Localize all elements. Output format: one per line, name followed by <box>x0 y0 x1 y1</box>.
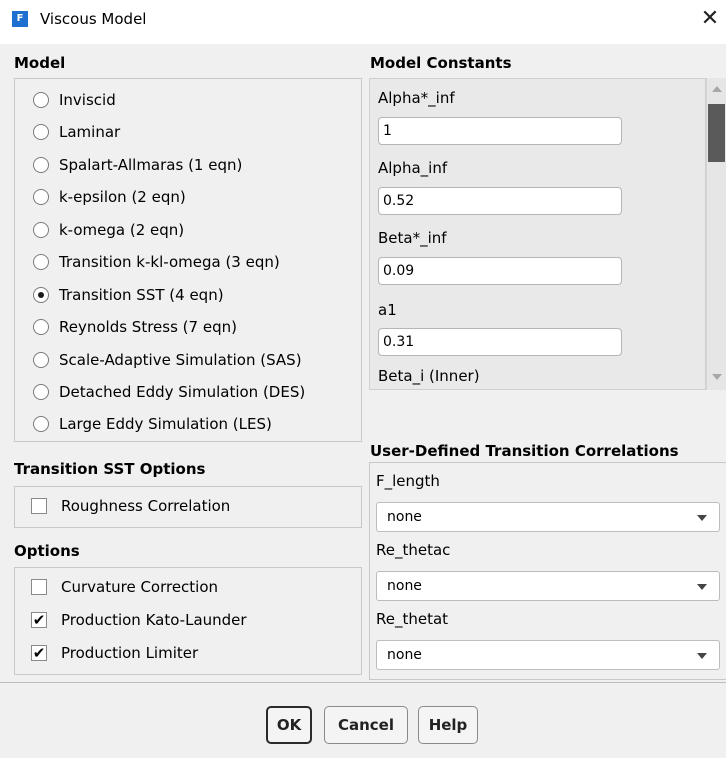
udtc-title: User-Defined Transition Correlations <box>370 442 679 460</box>
model-section-title: Model <box>14 54 66 72</box>
radio-button[interactable] <box>33 124 49 140</box>
window-title: Viscous Model <box>40 10 147 28</box>
radio-label: Transition k-kl-omega (3 eqn) <box>59 253 280 271</box>
f-length-label: F_length <box>376 472 440 490</box>
model-group: Inviscid Laminar Spalart-Allmaras (1 eqn… <box>14 78 362 442</box>
options-section-title: Options <box>14 542 80 560</box>
radio-button[interactable] <box>33 222 49 238</box>
transition-sst-options-group: Roughness Correlation <box>14 486 362 528</box>
dropdown-value: none <box>387 578 422 594</box>
model-constants-title: Model Constants <box>370 54 512 72</box>
radio-label: Inviscid <box>59 91 116 109</box>
radio-label: Scale-Adaptive Simulation (SAS) <box>59 351 302 369</box>
radio-label: Detached Eddy Simulation (DES) <box>59 383 306 401</box>
check-icon[interactable]: ✔ <box>31 612 47 628</box>
close-icon[interactable]: ✕ <box>698 6 722 32</box>
radio-button[interactable] <box>33 319 49 335</box>
scroll-down-icon[interactable] <box>712 374 722 380</box>
footer-separator <box>0 682 726 683</box>
re-thetat-label: Re_thetat <box>376 610 449 628</box>
dropdown-value: none <box>387 647 422 663</box>
checkbox-label: Production Kato-Launder <box>61 611 247 629</box>
roughness-correlation-checkbox[interactable]: Roughness Correlation <box>31 495 230 517</box>
options-group: Curvature Correction ✔ Production Kato-L… <box>14 567 362 675</box>
radio-sas[interactable]: Scale-Adaptive Simulation (SAS) <box>33 349 302 371</box>
radio-des[interactable]: Detached Eddy Simulation (DES) <box>33 381 305 403</box>
alpha-inf-input[interactable] <box>378 187 622 215</box>
alpha-star-inf-label: Alpha*_inf <box>378 89 455 107</box>
beta-i-inner-label: Beta_i (Inner) <box>378 367 480 385</box>
production-kato-launder-checkbox[interactable]: ✔ Production Kato-Launder <box>31 609 247 631</box>
beta-star-inf-input[interactable] <box>378 257 622 285</box>
title-bar: F Viscous Model ✕ <box>0 0 726 44</box>
radio-button[interactable] <box>33 384 49 400</box>
f-length-dropdown[interactable]: none <box>376 502 720 532</box>
chevron-down-icon[interactable] <box>697 653 707 659</box>
transition-sst-options-title: Transition SST Options <box>14 460 206 478</box>
curvature-correction-checkbox[interactable]: Curvature Correction <box>31 576 218 598</box>
alpha-inf-label: Alpha_inf <box>378 159 448 177</box>
chevron-down-icon[interactable] <box>697 584 707 590</box>
app-logo-icon: F <box>12 11 28 27</box>
ok-button[interactable]: OK <box>266 706 312 744</box>
help-button[interactable]: Help <box>418 706 478 744</box>
radio-button[interactable] <box>33 352 49 368</box>
radio-spalart-allmaras[interactable]: Spalart-Allmaras (1 eqn) <box>33 154 242 176</box>
radio-button[interactable] <box>33 416 49 432</box>
radio-label: Transition SST (4 eqn) <box>59 286 224 304</box>
dropdown-value: none <box>387 509 422 525</box>
radio-k-omega[interactable]: k-omega (2 eqn) <box>33 219 184 241</box>
checkbox-label: Curvature Correction <box>61 578 219 596</box>
radio-label: k-omega (2 eqn) <box>59 221 185 239</box>
alpha-star-inf-input[interactable] <box>378 117 622 145</box>
beta-star-inf-label: Beta*_inf <box>378 229 447 247</box>
scrollbar-thumb[interactable] <box>708 104 725 162</box>
scroll-up-icon[interactable] <box>712 86 722 92</box>
checkbox-label: Roughness Correlation <box>61 497 231 515</box>
radio-button-selected[interactable] <box>33 287 49 303</box>
radio-les[interactable]: Large Eddy Simulation (LES) <box>33 413 272 435</box>
radio-label: k-epsilon (2 eqn) <box>59 188 186 206</box>
chevron-down-icon[interactable] <box>697 515 707 521</box>
a1-input[interactable] <box>378 328 622 356</box>
checkbox-label: Production Limiter <box>61 644 199 662</box>
radio-laminar[interactable]: Laminar <box>33 121 120 143</box>
radio-button[interactable] <box>33 157 49 173</box>
radio-transition-sst[interactable]: Transition SST (4 eqn) <box>33 284 224 306</box>
radio-button[interactable] <box>33 92 49 108</box>
radio-k-epsilon[interactable]: k-epsilon (2 eqn) <box>33 186 186 208</box>
radio-label: Reynolds Stress (7 eqn) <box>59 318 237 336</box>
check-icon[interactable]: ✔ <box>31 645 47 661</box>
checkbox[interactable] <box>31 498 47 514</box>
a1-label: a1 <box>378 301 397 319</box>
radio-inviscid[interactable]: Inviscid <box>33 89 116 111</box>
model-constants-scrollbar[interactable] <box>706 78 726 390</box>
re-thetat-dropdown[interactable]: none <box>376 640 720 670</box>
radio-reynolds-stress[interactable]: Reynolds Stress (7 eqn) <box>33 316 237 338</box>
radio-button[interactable] <box>33 254 49 270</box>
radio-label: Large Eddy Simulation (LES) <box>59 415 272 433</box>
checkbox[interactable] <box>31 579 47 595</box>
radio-transition-k-kl-omega[interactable]: Transition k-kl-omega (3 eqn) <box>33 251 280 273</box>
re-thetac-label: Re_thetac <box>376 541 451 559</box>
cancel-button[interactable]: Cancel <box>324 706 408 744</box>
radio-button[interactable] <box>33 189 49 205</box>
production-limiter-checkbox[interactable]: ✔ Production Limiter <box>31 642 198 664</box>
radio-label: Laminar <box>59 123 121 141</box>
re-thetac-dropdown[interactable]: none <box>376 571 720 601</box>
model-constants-panel: Alpha*_inf Alpha_inf Beta*_inf a1 Beta_i… <box>369 78 706 390</box>
radio-label: Spalart-Allmaras (1 eqn) <box>59 156 243 174</box>
